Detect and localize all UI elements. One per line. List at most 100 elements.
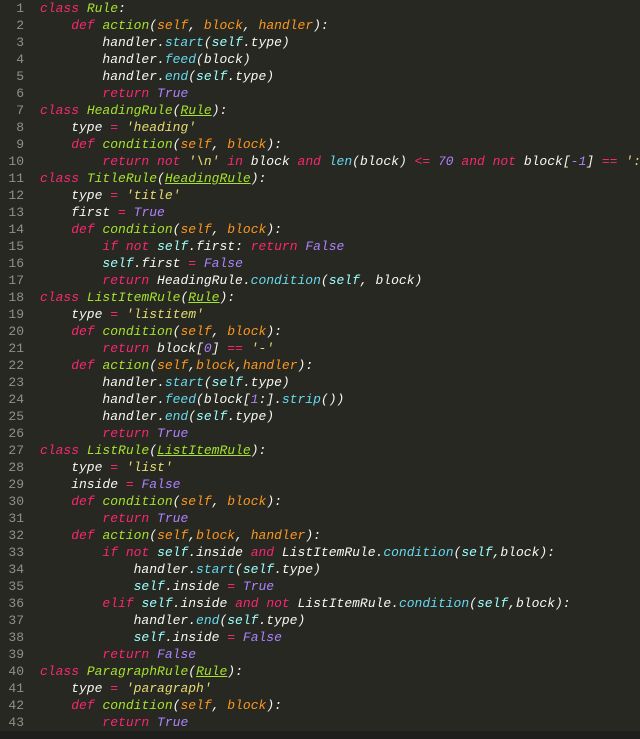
token-fn: condition [102,137,172,152]
token-p [40,630,134,645]
token-kw: def [71,324,94,339]
code-line: self.first = False [40,255,640,272]
token-prm: block [227,222,266,237]
token-val: True [157,426,188,441]
token-op: and [298,154,321,169]
token-op: <= [415,154,431,169]
token-p: ): [251,443,267,458]
line-number: 22 [0,357,24,374]
token-p: , [212,137,228,152]
token-p [149,239,157,254]
token-self: self [157,239,188,254]
line-number: 12 [0,187,24,204]
token-p [485,154,493,169]
token-self: self [329,273,360,288]
token-prm: block [196,358,235,373]
line-number: 23 [0,374,24,391]
token-prm: self [180,698,211,713]
token-p: HeadingRule. [149,273,250,288]
token-p: .inside [173,596,235,611]
token-p: (block[ [196,392,251,407]
line-number: 14 [0,221,24,238]
token-kw: def [71,358,94,373]
token-prm: block [196,528,235,543]
token-kw: elif [102,596,133,611]
token-kw: def [71,494,94,509]
token-p: ( [469,596,477,611]
token-kw: def [71,137,94,152]
token-p [40,239,102,254]
token-p: ( [321,273,329,288]
token-p: ] [586,154,602,169]
token-p: handler. [40,375,165,390]
code-line: class Rule: [40,0,640,17]
token-p: ): [251,171,267,186]
token-call: condition [251,273,321,288]
token-self: self [196,69,227,84]
token-p: .inside [165,630,227,645]
token-self: self [196,409,227,424]
code-line: return not '\n' in block and len(block) … [40,153,640,170]
code-line: handler.feed(block) [40,51,640,68]
token-p [149,545,157,560]
token-self: self [461,545,492,560]
line-number: 2 [0,17,24,34]
token-p: inside [40,477,126,492]
token-p [40,137,71,152]
token-p: .type) [227,69,274,84]
token-p: ( [149,18,157,33]
token-p: block[ [149,341,204,356]
token-p [149,86,157,101]
token-cls: Rule [87,1,118,16]
token-base: Rule [188,290,219,305]
token-self: self [212,35,243,50]
line-number: 9 [0,136,24,153]
token-p: ( [149,358,157,373]
token-kw: return [102,511,149,526]
token-prm: block [227,137,266,152]
token-val: False [243,630,282,645]
token-kw: return [251,239,298,254]
token-str: '-' [251,341,274,356]
token-p: .first [134,256,189,271]
code-line: return True [40,85,640,102]
token-val: False [157,647,196,662]
code-content: class Rule: def action(self, block, hand… [32,0,640,731]
code-line: return True [40,714,640,731]
token-prm: handler [243,358,298,373]
code-line: class TitleRule(HeadingRule): [40,170,640,187]
token-p: ): [266,137,282,152]
token-p: ): [313,18,329,33]
token-base: Rule [180,103,211,118]
code-line: if not self.inside and ListItemRule.cond… [40,544,640,561]
line-number: 20 [0,323,24,340]
token-p [40,86,102,101]
token-kw: return [102,647,149,662]
code-line: def condition(self, block): [40,323,640,340]
token-fn: condition [102,494,172,509]
token-p: , [212,222,228,237]
line-number: 4 [0,51,24,68]
code-line: type = 'paragraph' [40,680,640,697]
token-op: = [110,188,118,203]
token-kw: class [40,103,79,118]
line-number: 6 [0,85,24,102]
token-prm: self [180,137,211,152]
token-p: , [212,324,228,339]
code-line: def action(self,block, handler): [40,527,640,544]
token-p: , [235,358,243,373]
token-p: ): [219,290,235,305]
token-prm: self [157,18,188,33]
line-number: 36 [0,595,24,612]
token-cls: HeadingRule [87,103,173,118]
code-line: type = 'title' [40,187,640,204]
token-p: ( [204,375,212,390]
token-call: start [196,562,235,577]
token-op: = [110,307,118,322]
token-kw: return [102,341,149,356]
line-number: 41 [0,680,24,697]
line-number: 31 [0,510,24,527]
code-line: return True [40,510,640,527]
token-p [118,188,126,203]
code-line: class ListRule(ListItemRule): [40,442,640,459]
